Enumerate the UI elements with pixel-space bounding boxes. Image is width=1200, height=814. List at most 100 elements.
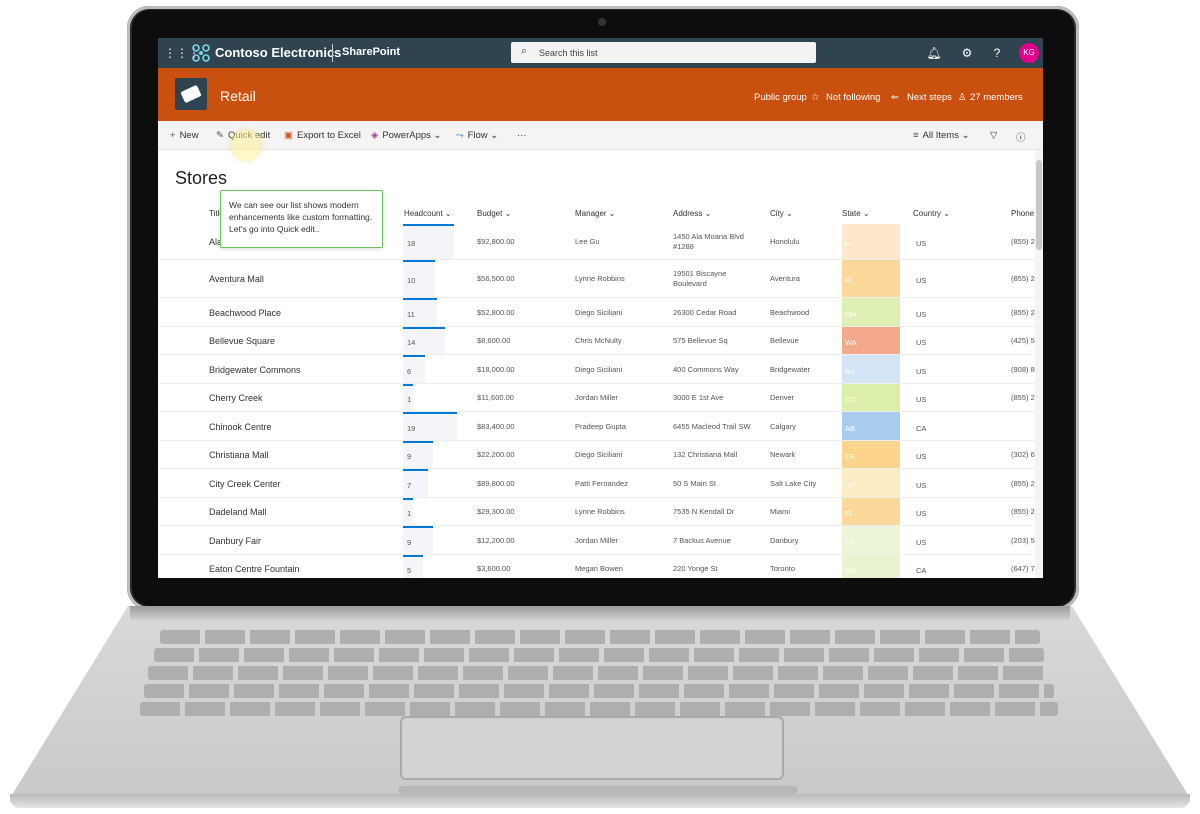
next-steps-button[interactable]: Next steps (907, 92, 952, 103)
headcount-value: 6 (407, 367, 412, 376)
column-header-headcount[interactable]: Headcount ⌄ (404, 209, 452, 218)
manager-value: Lee Gu (575, 237, 600, 246)
column-header-city[interactable]: City ⌄ (770, 209, 793, 218)
row-title[interactable]: Bellevue Square (209, 336, 275, 346)
state-value: ON (845, 566, 857, 575)
follow-button[interactable]: Not following (826, 92, 880, 103)
state-cell: ON (842, 555, 900, 578)
table-row[interactable]: Danbury Fair 9 $12,200.00 Jordan Miller 7 Ba… (158, 526, 1043, 555)
state-value: FL (845, 276, 854, 285)
site-logo[interactable] (175, 78, 207, 110)
table-row[interactable]: Christiana Mall 9 $22,200.00 Diego Sicilian… (158, 441, 1043, 469)
country-value: US (916, 481, 927, 490)
column-header-budget[interactable]: Budget ⌄ (477, 209, 511, 218)
star-icon[interactable]: ☆ (811, 92, 820, 103)
more-button[interactable]: ··· (517, 130, 527, 141)
budget-value: $11,600.00 (477, 393, 514, 402)
flow-button[interactable]: ⤳ Flow ⌄ (456, 130, 498, 141)
city-value: Bellevue (770, 336, 799, 345)
state-value: HI (845, 239, 853, 248)
list-title: Stores (175, 168, 228, 188)
powerapps-button[interactable]: ◈ PowerApps ⌄ (371, 130, 442, 141)
brand-name[interactable]: Contoso Electronics (215, 45, 341, 60)
phone-value: (855) 2 (1011, 274, 1035, 283)
budget-value: $92,800.00 (477, 237, 515, 246)
table-row[interactable]: Bridgewater Commons 6 $18,000.00 Diego Sici… (158, 355, 1043, 384)
column-header-manager[interactable]: Manager ⌄ (575, 209, 616, 218)
row-title[interactable]: Beachwood Place (209, 308, 281, 318)
row-title[interactable]: Christiana Mall (209, 450, 269, 460)
search-input[interactable] (539, 45, 799, 60)
address-value: 50 S Main St (673, 479, 716, 488)
table-row[interactable]: Eaton Centre Fountain 5 $3,600.00 Megan Bow… (158, 555, 1043, 578)
members-button[interactable]: 27 members (970, 92, 1023, 103)
headcount-value: 5 (407, 566, 412, 575)
contoso-logo-icon (192, 44, 210, 62)
address-value: 400 Commons Way (673, 365, 739, 374)
filter-icon[interactable]: ▽ (990, 130, 997, 141)
column-header-address[interactable]: Address ⌄ (673, 209, 711, 218)
table-row[interactable]: Bellevue Square 14 $8,600.00 Chris McNulty 5… (158, 327, 1043, 355)
table-row[interactable]: Aventura Mall 10 $56,500.00 Lynne Robbins 19… (158, 260, 1043, 298)
members-icon[interactable]: ♙ (958, 92, 967, 103)
column-header-state[interactable]: State ⌄ (842, 209, 870, 218)
info-icon[interactable]: ⓘ (1016, 130, 1026, 144)
flow-icon: ⤳ (456, 130, 464, 141)
app-name[interactable]: SharePoint (342, 46, 400, 58)
app-launcher-icon[interactable]: ⋮⋮⋮ (164, 46, 200, 60)
command-bar: +New ✎Quick edit ▣Export to Excel ◈Power… (158, 121, 1043, 150)
state-cell: AB (842, 412, 900, 440)
search-box[interactable]: ⌕ (511, 42, 816, 63)
row-title[interactable]: Danbury Fair (209, 536, 261, 546)
budget-value: $3,600.00 (477, 564, 511, 573)
manager-value: Diego Siciliani (575, 450, 623, 459)
table-row[interactable]: Chinook Centre 19 $83,400.00 Pradeep Gupta 6… (158, 412, 1043, 441)
state-cell: DE (842, 441, 900, 468)
pencil-icon: ✎ (216, 130, 224, 141)
row-title[interactable]: Cherry Creek (209, 393, 263, 403)
column-header-country[interactable]: Country ⌄ (913, 209, 950, 218)
row-title[interactable]: Eaton Centre Fountain (209, 564, 300, 574)
table-row[interactable]: Cherry Creek 1 $11,600.00 Jordan Miller 3000… (158, 384, 1043, 412)
city-value: Beachwood (770, 308, 810, 317)
address-value: 26300 Cedar Road (673, 308, 737, 317)
next-steps-icon[interactable]: ⇐ (891, 92, 899, 103)
notifications-icon[interactable]: 🔔︎ (926, 45, 942, 61)
country-value: US (916, 452, 927, 461)
budget-value: $18,000.00 (477, 365, 515, 374)
table-row[interactable]: Beachwood Place 11 $52,800.00 Diego Sicilia… (158, 298, 1043, 327)
export-excel-button[interactable]: ▣ Export to Excel (284, 130, 361, 141)
state-value: CO (845, 395, 857, 404)
row-title[interactable]: City Creek Center (209, 479, 281, 489)
powerapps-icon: ◈ (371, 130, 379, 141)
avatar[interactable]: KG (1019, 43, 1039, 63)
headcount-bar (403, 441, 433, 443)
budget-value: $12,200.00 (477, 536, 515, 545)
settings-icon[interactable]: ⚙ (959, 45, 975, 61)
view-selector[interactable]: ≡ All Items ⌄ (913, 130, 970, 141)
scrollbar-thumb[interactable] (1036, 160, 1042, 250)
row-title[interactable]: Chinook Centre (209, 422, 272, 432)
city-value: Miami (770, 507, 790, 516)
phone-value: (855) 2 (1011, 393, 1035, 402)
new-button[interactable]: + New (170, 130, 199, 141)
headcount-bar (403, 224, 454, 226)
address-value: 132 Christiana Mall (673, 450, 738, 459)
site-title[interactable]: Retail (220, 88, 256, 104)
table-row[interactable]: City Creek Center 7 $89,800.00 Patti Fernan… (158, 469, 1043, 498)
phone-value: (855) 2 (1011, 237, 1035, 246)
row-title[interactable]: Bridgewater Commons (209, 365, 301, 375)
keyboard (140, 630, 1060, 722)
table-row[interactable]: Dadeland Mall 1 $29,300.00 Lynne Robbins 753… (158, 498, 1043, 526)
budget-value: $29,300.00 (477, 507, 515, 516)
help-icon[interactable]: ? (989, 45, 1005, 61)
headcount-bar (403, 526, 433, 528)
headcount-value: 9 (407, 452, 412, 461)
headcount-value: 1 (407, 509, 412, 518)
city-value: Aventura (770, 274, 800, 283)
phone-value: (647) 7 (1011, 564, 1035, 573)
row-title[interactable]: Dadeland Mall (209, 507, 267, 517)
row-title[interactable]: Aventura Mall (209, 274, 264, 284)
headcount-bar (403, 260, 435, 262)
column-header-phone[interactable]: Phone (1011, 209, 1034, 218)
